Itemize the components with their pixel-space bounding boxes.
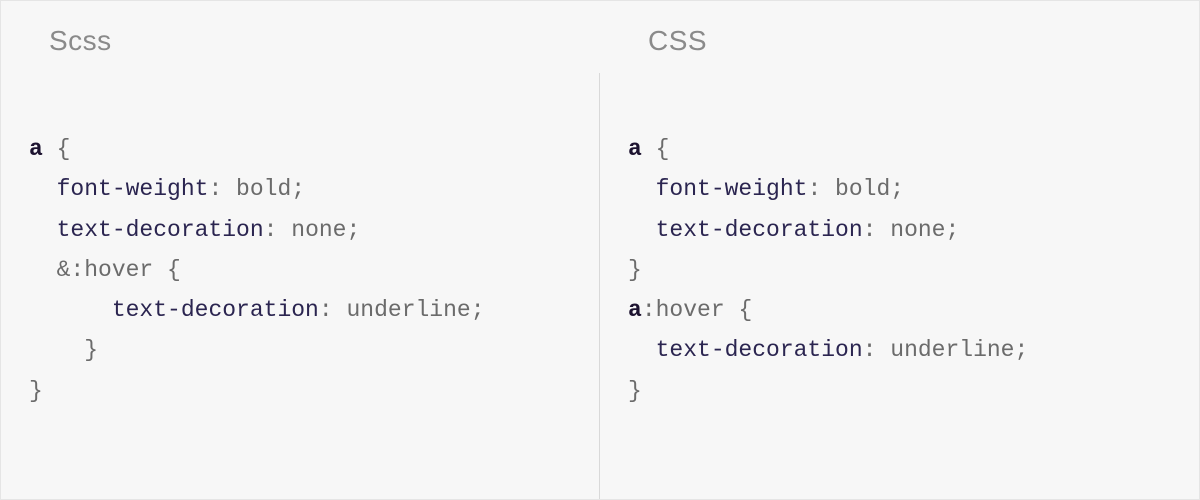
- scss-l7-close: }: [29, 378, 43, 404]
- scss-l3-semi: ;: [346, 217, 360, 243]
- scss-code-block: a { font-weight: bold; text-decoration: …: [29, 129, 571, 411]
- css-code-block: a { font-weight: bold; text-decoration: …: [628, 129, 1171, 411]
- scss-l5-indent: [29, 297, 112, 323]
- css-l6-semi: ;: [1015, 337, 1029, 363]
- css-l5-open: {: [725, 297, 753, 323]
- scss-l1-open: {: [43, 136, 71, 162]
- scss-l2-colon: :: [208, 176, 236, 202]
- scss-l4-open: {: [153, 257, 181, 283]
- css-l4-close: }: [628, 257, 642, 283]
- css-l6-prop: text-decoration: [656, 337, 863, 363]
- scss-l6-indent: [29, 337, 84, 363]
- scss-l2-indent: [29, 176, 57, 202]
- css-l3-semi: ;: [945, 217, 959, 243]
- scss-l3-val: none: [291, 217, 346, 243]
- scss-l3-prop: text-decoration: [57, 217, 264, 243]
- css-l3-val: none: [890, 217, 945, 243]
- css-l2-prop: font-weight: [656, 176, 808, 202]
- css-l6-val: underline: [890, 337, 1014, 363]
- css-l3-indent: [628, 217, 656, 243]
- scss-l4-indent: [29, 257, 57, 283]
- css-l5-pseudo: :hover: [642, 297, 725, 323]
- css-l2-semi: ;: [890, 176, 904, 202]
- scss-l2-semi: ;: [291, 176, 305, 202]
- css-l6-colon: :: [863, 337, 891, 363]
- css-l3-prop: text-decoration: [656, 217, 863, 243]
- scss-l5-colon: :: [319, 297, 347, 323]
- css-title: CSS: [648, 25, 1171, 57]
- scss-title: Scss: [49, 25, 571, 57]
- scss-l6-close: }: [84, 337, 98, 363]
- css-l2-val: bold: [835, 176, 890, 202]
- css-l7-close: }: [628, 378, 642, 404]
- scss-l4-amp: &:hover: [57, 257, 154, 283]
- css-l5-selector: a: [628, 297, 642, 323]
- css-l2-colon: :: [807, 176, 835, 202]
- css-l1-selector: a: [628, 136, 642, 162]
- css-l1-open: {: [642, 136, 670, 162]
- scss-l5-prop: text-decoration: [112, 297, 319, 323]
- css-pane: CSS a { font-weight: bold; text-decorati…: [600, 1, 1199, 499]
- scss-l5-val: underline: [346, 297, 470, 323]
- code-comparison: Scss a { font-weight: bold; text-decorat…: [0, 0, 1200, 500]
- css-l6-indent: [628, 337, 656, 363]
- scss-l1-selector: a: [29, 136, 43, 162]
- css-l3-colon: :: [863, 217, 891, 243]
- scss-pane: Scss a { font-weight: bold; text-decorat…: [1, 1, 600, 499]
- scss-l2-prop: font-weight: [57, 176, 209, 202]
- scss-l3-colon: :: [264, 217, 292, 243]
- scss-l5-semi: ;: [471, 297, 485, 323]
- scss-l3-indent: [29, 217, 57, 243]
- scss-l2-val: bold: [236, 176, 291, 202]
- css-l2-indent: [628, 176, 656, 202]
